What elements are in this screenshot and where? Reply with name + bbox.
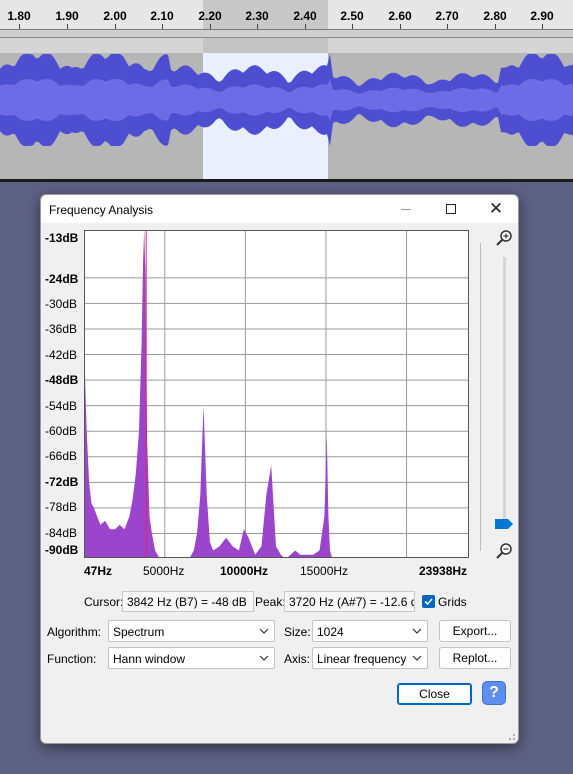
algorithm-value: Spectrum (113, 625, 165, 639)
axis-value: Linear frequency (317, 652, 407, 666)
cursor-label: Cursor: (84, 595, 124, 609)
y-axis-tick-label: -48dB (45, 373, 79, 387)
help-button[interactable]: ? (482, 681, 506, 705)
help-icon: ? (489, 684, 499, 701)
replot-button[interactable]: Replot... (439, 647, 511, 669)
minimize-button[interactable] (384, 195, 428, 223)
x-axis-tick-label: 23938Hz (419, 564, 468, 578)
y-axis-tick-label: -72dB (45, 475, 79, 489)
y-axis-tick-label: -66dB (45, 449, 78, 463)
x-axis-tick-label: 10000Hz (220, 564, 269, 578)
dialog-titlebar[interactable]: Frequency Analysis ✕ (41, 195, 518, 223)
axis-select[interactable]: Linear frequency (312, 647, 428, 669)
y-axis-tick-label: -30dB (45, 297, 78, 311)
spectrum-graphic (85, 231, 468, 557)
dialog-title: Frequency Analysis (49, 203, 154, 217)
y-axis-tick-label: -54dB (45, 399, 78, 413)
spectrum-plot[interactable] (84, 230, 469, 558)
cursor-readout[interactable]: 3842 Hz (B7) = -48 dB (122, 591, 254, 612)
frequency-analysis-dialog: Frequency Analysis ✕ -13dB -24dB -30dB -36d… (40, 194, 519, 744)
timeline-tick-label: 2.40 (293, 9, 317, 23)
zoom-slider-thumb[interactable] (494, 518, 514, 530)
y-axis-tick-label: -42dB (45, 348, 78, 362)
function-label: Function: (47, 652, 97, 666)
y-axis-tick-label: -13dB (45, 231, 79, 245)
zoom-in-icon[interactable] (495, 229, 513, 247)
ruler-scrub-strip[interactable] (0, 30, 573, 38)
spectrum-area (85, 231, 332, 557)
y-axis-tick-label: -90dB (45, 543, 79, 557)
axis-label: Axis: (284, 652, 311, 666)
timeline-tick-label: 2.50 (340, 9, 364, 23)
maximize-icon (446, 204, 456, 214)
timeline-ruler[interactable]: 1.80 1.90 2.00 2.10 2.20 2.30 2.40 2.50 2.60 2.70… (0, 0, 573, 30)
close-icon: ✕ (488, 199, 504, 218)
zoom-slider-track[interactable] (503, 257, 506, 527)
timeline-tick-label: 2.00 (103, 9, 127, 23)
timeline-tick-label: 2.60 (388, 9, 412, 23)
timeline-tick-label: 2.90 (530, 9, 554, 23)
size-label: Size: (284, 625, 311, 639)
chevron-down-icon (412, 655, 422, 661)
timeline-tick-label: 1.80 (7, 9, 31, 23)
function-select[interactable]: Hann window (108, 647, 275, 669)
close-window-button[interactable]: ✕ (474, 195, 518, 223)
close-button[interactable]: Close (397, 683, 472, 705)
maximize-button[interactable] (429, 195, 473, 223)
chevron-down-icon (412, 628, 422, 634)
checkmark-icon (424, 598, 433, 606)
y-axis-tick-label: -60dB (45, 424, 78, 438)
chevron-down-icon (259, 628, 269, 634)
waveform-graphic (0, 54, 573, 146)
peak-label: Peak: (255, 595, 286, 609)
peak-readout[interactable]: 3720 Hz (A#7) = -12.6 dB (284, 591, 415, 612)
timeline-tick-label: 2.70 (435, 9, 459, 23)
export-button[interactable]: Export... (439, 620, 511, 642)
y-axis-tick-label: -36dB (45, 322, 78, 336)
zoom-out-icon[interactable] (495, 542, 513, 560)
y-axis-tick-label: -84dB (45, 526, 78, 540)
size-value: 1024 (317, 625, 344, 639)
y-axis-tick-label: -78dB (45, 500, 78, 514)
audio-track-waveform[interactable] (0, 53, 573, 180)
algorithm-select[interactable]: Spectrum (108, 620, 275, 642)
grids-checkbox[interactable] (422, 595, 435, 608)
x-axis-tick-label: 5000Hz (143, 564, 185, 578)
algorithm-label: Algorithm: (47, 625, 102, 639)
track-border (0, 179, 573, 182)
size-select[interactable]: 1024 (312, 620, 428, 642)
timeline-tick-label: 2.20 (198, 9, 222, 23)
timeline-tick-label: 2.30 (245, 9, 269, 23)
chevron-down-icon (259, 655, 269, 661)
timeline-tick-label: 2.10 (150, 9, 174, 23)
minimize-icon (401, 208, 411, 210)
grids-label: Grids (438, 595, 467, 609)
y-axis-tick-label: -24dB (45, 272, 79, 286)
timeline-tick-label: 1.90 (55, 9, 79, 23)
timeline-tick-label: 2.80 (483, 9, 507, 23)
function-value: Hann window (113, 652, 186, 666)
track-header-strip (0, 38, 573, 53)
x-axis-tick-label: 47Hz (84, 564, 113, 578)
x-axis-tick-label: 15000Hz (300, 564, 349, 578)
resize-grip-icon[interactable] (506, 731, 516, 741)
